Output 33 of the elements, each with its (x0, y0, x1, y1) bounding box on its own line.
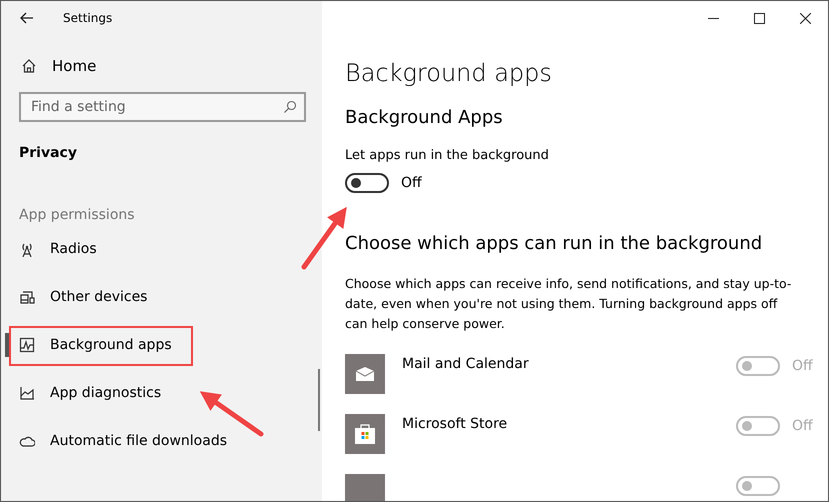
close-icon (800, 12, 810, 24)
nav-item[interactable]: Other devices (1, 273, 322, 321)
maximize-icon (754, 12, 764, 24)
toggle-state: Off (792, 358, 813, 374)
home-icon (21, 58, 37, 74)
group-label: App permissions (19, 207, 135, 223)
toggle-state: Off (792, 418, 813, 434)
chart-line-icon (19, 337, 35, 353)
section-heading: Choose which apps can run in the background (345, 233, 762, 254)
area-chart-icon (19, 385, 35, 401)
devices-icon (19, 289, 35, 305)
section-heading: Background Apps (345, 107, 503, 128)
app-name: Mail and Calendar (402, 356, 530, 372)
scrollbar (318, 369, 320, 431)
toggle-switch[interactable] (345, 173, 389, 193)
toggle-state: Off (401, 175, 422, 191)
search-icon (283, 100, 297, 114)
home-link[interactable]: Home (21, 57, 96, 75)
app-name: Microsoft Store (402, 416, 508, 432)
nav-item[interactable]: Background apps (1, 321, 322, 369)
description-text: Choose which apps can receive info, send notifications, and stay up-to-date, even when you're not using them. Turning background apps off can help conserve power. (345, 275, 792, 333)
nav-item[interactable]: Automatic file downloads (1, 417, 322, 465)
annotation-arrow (302, 206, 347, 270)
window-title: Settings (63, 11, 112, 25)
app-tile-icon (345, 354, 385, 394)
search-field[interactable]: Find a setting (19, 92, 306, 122)
back-arrow-icon (20, 12, 34, 24)
section-title: Privacy (19, 145, 77, 161)
page-title: Background apps (345, 59, 552, 87)
app-tile-icon (345, 414, 385, 454)
nav-item[interactable]: App diagnostics (1, 369, 322, 417)
setting-label: Let apps run in the background (345, 148, 549, 163)
nav-item[interactable]: Radios (1, 225, 322, 273)
